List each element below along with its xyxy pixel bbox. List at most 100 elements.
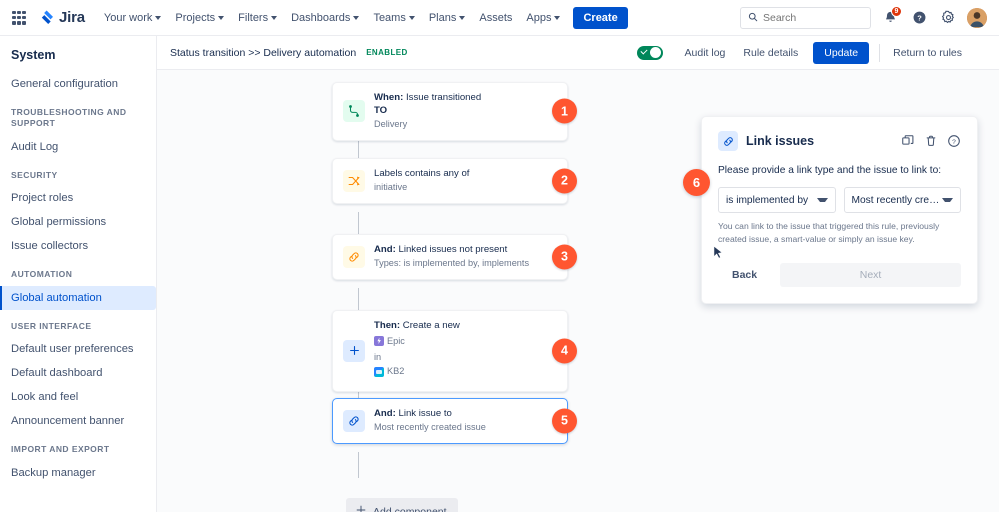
rule-canvas: When: Issue transitioned TO Delivery 1 L… — [157, 70, 999, 512]
nav-your-work[interactable]: Your work — [97, 7, 169, 29]
card-text: Then: Create a new Epic in KB2 — [374, 320, 557, 382]
card-in-label: in — [374, 351, 382, 362]
user-avatar[interactable] — [967, 7, 987, 28]
step-badge-1: 1 — [552, 98, 577, 124]
rule-actions: Audit log Rule details Update Return to … — [636, 41, 971, 64]
return-to-rules-button[interactable]: Return to rules — [884, 42, 971, 64]
panel-action-icons: ? — [901, 134, 961, 148]
card-title: And: Linked issues not present — [374, 244, 557, 257]
project-label: KB2 — [387, 366, 405, 377]
nav-label: Teams — [373, 11, 406, 24]
audit-log-button[interactable]: Audit log — [676, 42, 735, 64]
issue-type-row: Epic — [374, 335, 405, 348]
sidebar-item-global-permissions[interactable]: Global permissions — [0, 210, 156, 234]
help-icon[interactable]: ? — [947, 134, 961, 148]
check-icon — [639, 47, 648, 55]
duplicate-icon[interactable] — [901, 134, 915, 148]
nav-plans[interactable]: Plans — [422, 7, 473, 29]
link-icon — [718, 131, 738, 151]
rule-card-action-link-issue[interactable]: And: Link issue to Most recently created… — [332, 398, 577, 444]
sidebar-item-backup-manager[interactable]: Backup manager — [0, 461, 156, 485]
nav-teams[interactable]: Teams — [366, 7, 421, 29]
sidebar-heading-security: SECURITY — [11, 169, 58, 180]
link-type-select[interactable]: is implemented by — [718, 187, 836, 214]
jira-logo-icon — [38, 9, 56, 27]
card-title-prefix: Then: — [374, 320, 401, 331]
nav-filters[interactable]: Filters — [231, 7, 284, 29]
sidebar-item-global-automation[interactable]: Global automation — [0, 285, 156, 310]
rule-enabled-badge: ENABLED — [366, 48, 408, 57]
nav-apps[interactable]: Apps — [519, 7, 567, 29]
settings-button[interactable] — [938, 8, 958, 28]
rule-card-trigger[interactable]: When: Issue transitioned TO Delivery 1 — [332, 82, 577, 141]
notification-count-badge: 9 — [891, 5, 902, 17]
nav-assets[interactable]: Assets — [472, 7, 519, 29]
primary-nav-items: Your work Projects Filters Dashboards Te… — [97, 6, 628, 29]
card-text: And: Link issue to Most recently created… — [374, 408, 557, 434]
app-switcher-icon[interactable] — [10, 9, 28, 27]
toggle-knob — [650, 47, 662, 58]
chevron-down-icon — [554, 15, 561, 20]
sidebar-item-default-user-preferences[interactable]: Default user preferences — [0, 337, 156, 361]
target-issue-value: Most recently crea... — [851, 194, 943, 206]
sidebar-item-look-and-feel[interactable]: Look and feel — [0, 385, 156, 409]
jira-wordmark: Jira — [59, 9, 85, 26]
jira-home-link[interactable]: Jira — [38, 9, 85, 27]
sidebar-item-default-dashboard[interactable]: Default dashboard — [0, 361, 156, 385]
next-button: Next — [780, 263, 961, 288]
project-avatar-icon — [374, 366, 384, 377]
gear-icon — [941, 10, 954, 24]
rule-status-bar: Status transition >> Delivery automation… — [157, 36, 999, 70]
card-line3: initiative — [374, 181, 408, 192]
target-issue-select[interactable]: Most recently crea... — [843, 187, 961, 214]
search-input[interactable] — [763, 11, 863, 24]
project-row: KB2 — [374, 365, 404, 378]
panel-header: Link issues ? — [718, 131, 961, 151]
chevron-down-icon — [942, 198, 953, 203]
panel-footer: Back Next — [718, 263, 961, 288]
nav-label: Filters — [238, 11, 269, 24]
nav-label: Dashboards — [291, 11, 351, 24]
nav-dashboards[interactable]: Dashboards — [284, 7, 366, 29]
rule-card-condition-linked-issues[interactable]: And: Linked issues not present Types: is… — [332, 234, 577, 280]
panel-instruction: Please provide a link type and the issue… — [718, 165, 942, 176]
step-badge-6: 6 — [683, 169, 710, 196]
search-icon — [748, 9, 758, 27]
notifications-button[interactable]: 9 — [880, 5, 902, 28]
nav-projects[interactable]: Projects — [168, 7, 231, 29]
link-icon — [343, 409, 365, 432]
card-title-rest: Linked issues not present — [395, 244, 508, 255]
nav-right-cluster: 9 ? — [740, 5, 991, 29]
help-icon: ? — [913, 11, 925, 24]
top-navigation-bar: Jira Your work Projects Filters Dashboar… — [0, 0, 999, 36]
sidebar-heading-user-interface: USER INTERFACE — [11, 320, 92, 331]
sidebar-item-audit-log[interactable]: Audit Log — [0, 135, 156, 159]
create-button[interactable]: Create — [573, 6, 628, 29]
nav-label: Your work — [103, 11, 153, 24]
rule-card-action-create-issue[interactable]: Then: Create a new Epic in KB2 4 — [332, 310, 577, 392]
update-button[interactable]: Update — [813, 41, 870, 64]
chevron-down-icon — [408, 15, 415, 20]
add-component-button[interactable]: Add component — [346, 498, 458, 512]
sidebar-item-announcement-banner[interactable]: Announcement banner — [0, 409, 156, 433]
panel-title: Link issues — [746, 134, 815, 148]
transition-icon — [343, 100, 365, 123]
sidebar-item-issue-collectors[interactable]: Issue collectors — [0, 234, 156, 258]
delete-icon[interactable] — [924, 134, 938, 148]
rule-card-condition-labels[interactable]: Labels contains any of initiative 2 — [332, 158, 577, 204]
labels-icon — [343, 169, 365, 192]
help-button[interactable]: ? — [909, 8, 929, 28]
epic-issue-type-icon — [374, 335, 384, 346]
chevron-down-icon — [155, 15, 162, 20]
flow-connector — [358, 212, 359, 234]
nav-label: Projects — [175, 11, 216, 24]
rule-enabled-toggle[interactable] — [636, 45, 663, 60]
sidebar-item-project-roles[interactable]: Project roles — [0, 186, 156, 210]
flow-connector — [358, 288, 359, 310]
chevron-down-icon — [353, 15, 360, 20]
card-line3: Most recently created issue — [374, 421, 486, 432]
back-button[interactable]: Back — [718, 263, 771, 287]
rule-details-button[interactable]: Rule details — [734, 42, 807, 64]
sidebar-item-general-configuration[interactable]: General configuration — [0, 72, 156, 96]
global-search-box[interactable] — [740, 6, 871, 29]
